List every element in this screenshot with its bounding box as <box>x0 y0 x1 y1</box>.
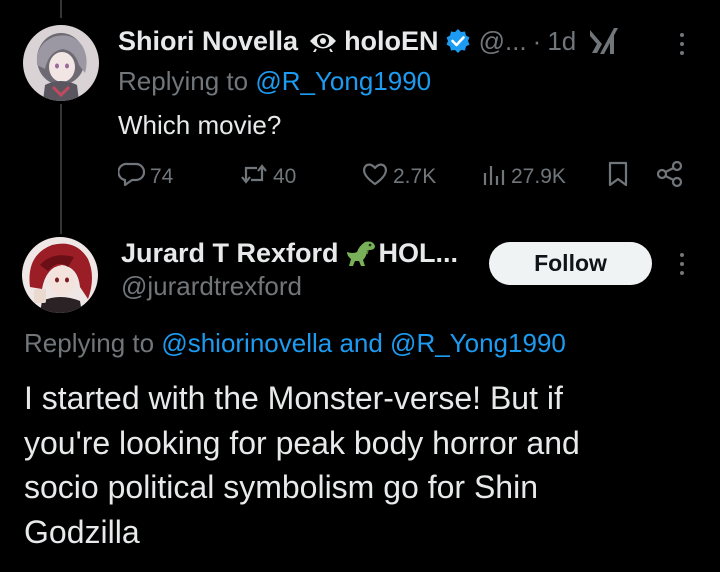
reply-count: 74 <box>150 165 174 188</box>
share-button[interactable] <box>656 160 684 194</box>
display-name-suffix: holoEN <box>344 25 439 56</box>
like-count: 2.7K <box>393 165 437 188</box>
more-icon[interactable] <box>680 33 684 55</box>
follow-button[interactable]: Follow <box>489 242 652 285</box>
handle[interactable]: @jurardtrexford <box>121 271 302 302</box>
retweet-button[interactable]: 40 <box>239 160 296 194</box>
timestamp[interactable]: 1d <box>547 26 576 57</box>
bookmark-icon <box>606 160 630 194</box>
views-icon <box>481 161 507 193</box>
mention-link[interactable]: @R_Yong1990 <box>255 66 431 96</box>
bookmark-button[interactable] <box>606 160 630 194</box>
replying-prefix: Replying to <box>24 328 155 358</box>
retweet-count: 40 <box>273 165 297 188</box>
grok-icon[interactable] <box>588 26 622 56</box>
reply1-header: Shiori Novella holoEN @... · 1d <box>118 24 622 58</box>
avatar[interactable] <box>22 237 98 313</box>
share-icon <box>656 160 684 194</box>
dinosaur-emoji-icon <box>345 238 377 268</box>
thread-line-connector <box>60 104 62 234</box>
display-name[interactable]: Shiori Novella <box>118 26 298 57</box>
like-button[interactable]: 2.7K <box>361 160 436 194</box>
views-count: 27.9K <box>511 165 566 188</box>
separator-dot: · <box>532 25 542 56</box>
avatar[interactable] <box>23 25 99 101</box>
replying-to: Replying to @shiorinovella and @R_Yong19… <box>24 328 566 359</box>
display-name-suffix: HOL... <box>378 237 459 268</box>
thread-line-top <box>60 0 62 18</box>
heart-icon <box>361 161 389 193</box>
mention-link[interactable]: @shiorinovella and @R_Yong1990 <box>161 328 566 358</box>
display-name[interactable]: Jurard T Rexford <box>121 238 339 269</box>
views-button[interactable]: 27.9K <box>481 160 566 194</box>
action-bar: 74 40 2.7K 27.9K <box>117 160 688 194</box>
tweet-text: Which movie? <box>118 110 282 140</box>
reply-button[interactable]: 74 <box>117 160 174 194</box>
reply-icon <box>117 161 146 193</box>
replying-to: Replying to @R_Yong1990 <box>118 66 431 97</box>
reply2-header: Jurard T Rexford HOL... <box>121 236 458 270</box>
verified-badge-icon[interactable] <box>445 28 471 54</box>
more-icon[interactable] <box>680 253 684 275</box>
tweet-text: I started with the Monster-verse! But if… <box>24 380 580 550</box>
replying-prefix: Replying to <box>118 66 249 96</box>
eye-icon <box>308 30 338 52</box>
handle[interactable]: @... <box>479 26 527 57</box>
retweet-icon <box>239 161 269 193</box>
